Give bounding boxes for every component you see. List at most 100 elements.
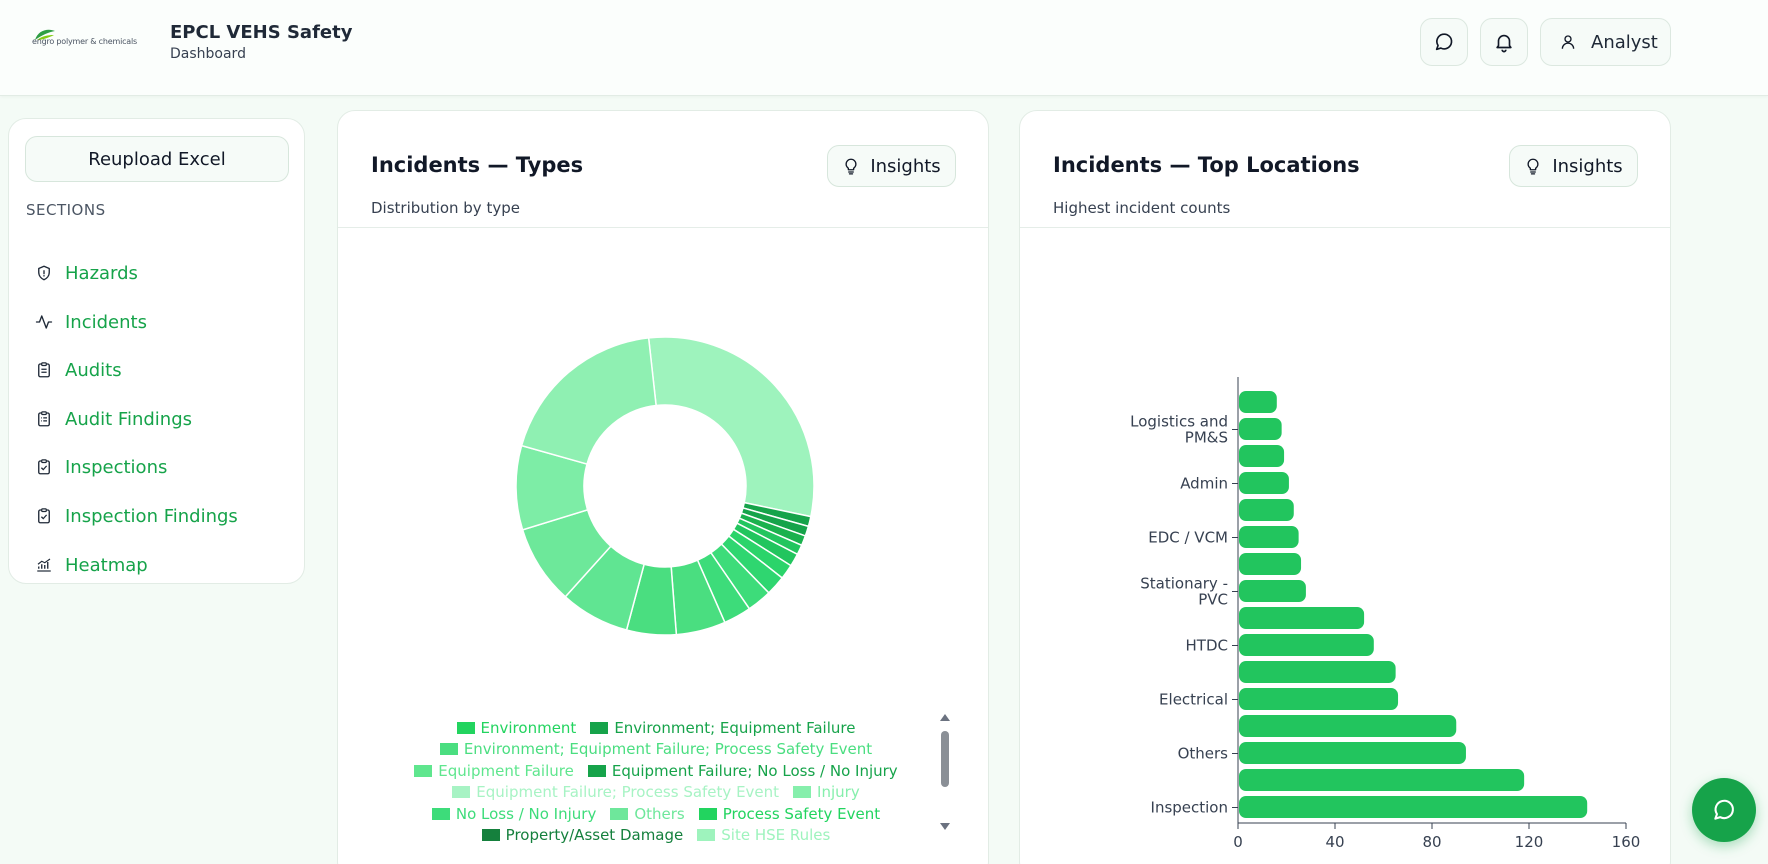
- legend-label: No Loss / No Injury: [455, 804, 597, 823]
- y-tick-label: Inspection: [1151, 799, 1228, 817]
- bar-7[interactable]: [1239, 580, 1306, 602]
- chat-button[interactable]: [1420, 18, 1468, 66]
- chat-bubble-icon: [1435, 33, 1453, 51]
- bar-3[interactable]: [1239, 472, 1289, 494]
- legend-item[interactable]: Others: [610, 804, 685, 823]
- legend-item[interactable]: Environment; Equipment Failure: [590, 719, 855, 737]
- legend-label: Injury: [817, 783, 860, 802]
- legend-item[interactable]: Site HSE Rules: [697, 826, 830, 844]
- bar-0[interactable]: [1239, 391, 1277, 413]
- sidebar-item-inspection-findings[interactable]: Inspection Findings: [25, 496, 285, 536]
- bar-10[interactable]: [1239, 661, 1396, 683]
- legend-item[interactable]: Environment; Equipment Failure; Process …: [439, 740, 873, 759]
- bar-14[interactable]: [1239, 769, 1525, 791]
- x-tick-label: 80: [1422, 833, 1441, 849]
- chat-bubble-icon: [1714, 799, 1734, 820]
- legend-swatch: [697, 829, 716, 842]
- bell-icon: [1496, 34, 1512, 53]
- legend-swatch: [610, 807, 629, 820]
- sidebar-item-audits[interactable]: Audits: [25, 350, 285, 390]
- bar-8[interactable]: [1239, 607, 1365, 629]
- sidebar-item-hazards[interactable]: Hazards: [25, 253, 285, 293]
- bar-13[interactable]: [1239, 742, 1466, 764]
- donut-slice-15[interactable]: [520, 337, 657, 465]
- legend-item[interactable]: Process Safety Event: [698, 805, 880, 823]
- company-logo[interactable]: engro polymer & chemicals: [32, 28, 137, 54]
- user-icon: [1561, 35, 1575, 49]
- legend-swatch: [439, 743, 458, 756]
- bar-2[interactable]: [1239, 445, 1285, 467]
- notifications-button[interactable]: [1480, 18, 1528, 66]
- chart-icon: [35, 556, 53, 574]
- insights-label: Insights: [870, 155, 941, 177]
- reupload-excel-button[interactable]: Reupload Excel: [25, 136, 289, 182]
- bar-4[interactable]: [1239, 499, 1294, 521]
- legend-item[interactable]: Equipment Failure; No Loss / No Injury: [587, 762, 898, 780]
- legend-swatch: [793, 786, 812, 799]
- sidebar-item-audit-findings[interactable]: Audit Findings: [25, 399, 285, 439]
- y-tick-label: Stationary -PVC: [1140, 575, 1228, 609]
- legend-item[interactable]: Injury: [793, 783, 860, 801]
- legend-row: Equipment Failure Equipment Failure; No L…: [376, 760, 936, 782]
- sidebar-item-inspections[interactable]: Inspections: [25, 447, 285, 487]
- bar-12[interactable]: [1239, 715, 1457, 737]
- app-subtitle: Dashboard: [170, 46, 246, 62]
- bar-1[interactable]: [1239, 418, 1282, 440]
- floating-chat-button[interactable]: [1692, 778, 1756, 842]
- bar-15[interactable]: [1239, 796, 1588, 818]
- bar-5[interactable]: [1239, 526, 1299, 548]
- legend-item[interactable]: Property/Asset Damage: [481, 826, 684, 845]
- legend-row: Environment Environment; Equipment Failur…: [376, 717, 936, 739]
- sidebar-item-heatmap[interactable]: Heatmap: [25, 545, 285, 585]
- legend-label: Environment; Equipment Failure; Process …: [463, 740, 873, 759]
- x-tick-label: 40: [1325, 833, 1344, 849]
- incident-types-legend: Environment Environment; Equipment Failur…: [376, 717, 936, 847]
- legend-swatch: [456, 721, 475, 734]
- insights-label: Insights: [1552, 155, 1623, 177]
- x-tick-label: 160: [1612, 833, 1641, 849]
- donut-slice-0[interactable]: [647, 336, 815, 518]
- bar-11[interactable]: [1239, 688, 1399, 710]
- legend-swatch: [481, 829, 500, 842]
- legend-label: Environment; Equipment Failure: [614, 718, 856, 737]
- legend-item[interactable]: Equipment Failure: [414, 762, 574, 780]
- user-role-label: Analyst: [1591, 31, 1658, 53]
- y-tick-label: Logistics and PM&S: [1130, 413, 1228, 447]
- legend-label: Site HSE Rules: [721, 826, 831, 845]
- legend-scrollbar[interactable]: [938, 711, 952, 833]
- legend-label: Property/Asset Damage: [505, 826, 684, 845]
- bar-6[interactable]: [1239, 553, 1302, 575]
- lightbulb-icon: [845, 158, 857, 175]
- legend-row: Environment; Equipment Failure; Process …: [376, 739, 936, 761]
- sidebar-item-label: Inspection Findings: [65, 505, 238, 527]
- y-tick-label: EDC / VCM: [1148, 529, 1228, 547]
- legend-swatch: [698, 807, 717, 820]
- card-subtitle: Highest incident counts: [1053, 199, 1231, 217]
- y-tick-label: Admin: [1180, 475, 1228, 493]
- legend-label: Environment: [480, 718, 577, 737]
- legend-swatch: [587, 764, 606, 777]
- top-header: engro polymer & chemicals EPCL VEHS Safe…: [0, 0, 1768, 96]
- clipboard-icon: [35, 361, 53, 379]
- incident-locations-card: Incidents — Top Locations Insights Highe…: [1019, 110, 1671, 864]
- card-divider: [338, 227, 988, 228]
- bar-9[interactable]: [1239, 634, 1374, 656]
- incident-locations-bar-chart: Logistics and PM&S Admin EDC / VCM Stationar…: [1130, 377, 1641, 849]
- insights-button[interactable]: Insights: [827, 145, 956, 187]
- card-title: Incidents — Top Locations: [1053, 153, 1360, 177]
- legend-item[interactable]: No Loss / No Injury: [431, 804, 597, 823]
- sidebar-item-incidents[interactable]: Incidents: [25, 302, 285, 342]
- legend-row: Property/Asset Damage Site HSE Rules: [376, 825, 936, 847]
- legend-swatch: [590, 721, 609, 734]
- user-menu-button[interactable]: Analyst: [1540, 18, 1671, 66]
- legend-label: Others: [634, 804, 685, 823]
- sidebar-item-label: Audits: [65, 359, 122, 381]
- y-tick-label: Electrical: [1159, 691, 1228, 709]
- insights-button[interactable]: Insights: [1509, 145, 1638, 187]
- sidebar-item-label: Heatmap: [65, 554, 148, 576]
- sidebar-item-label: Audit Findings: [65, 408, 193, 430]
- legend-item[interactable]: Equipment Failure; Process Safety Event: [452, 783, 779, 801]
- lightbulb-icon: [1527, 158, 1539, 175]
- legend-swatch: [414, 764, 433, 777]
- legend-item[interactable]: Environment: [456, 718, 577, 737]
